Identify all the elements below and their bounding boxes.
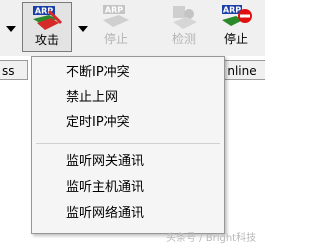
stop-icon: ARP [222, 5, 252, 26]
dropdown-arrow-icon[interactable] [6, 26, 16, 32]
attack-button-label: 攻击 [34, 33, 59, 47]
attack-dropdown-arrow-icon[interactable] [78, 26, 88, 32]
detect-icon [173, 6, 197, 29]
attack-dropdown-menu: 不断IP冲突 禁止上网 定时IP冲突 监听网关通讯 监听主机通讯 监听网络通讯 [31, 56, 225, 234]
toolbar: ARP 攻击 ARP 停止 检测 ARP 停止 [0, 0, 265, 56]
column-header-online[interactable]: nline [218, 60, 265, 80]
svg-text:ARP: ARP [223, 6, 241, 15]
menu-item-monitor-host[interactable]: 监听主机通讯 [32, 176, 224, 200]
menu-item-timed-ip-conflict[interactable]: 定时IP冲突 [32, 111, 224, 135]
attack-icon: ARP [33, 6, 63, 30]
watermark: 头条号 / Bright科技 [166, 233, 257, 244]
detect-button-label: 检测 [171, 32, 196, 46]
attack-button[interactable]: ARP 攻击 [22, 2, 72, 52]
stop-attack-button-label: 停止 [103, 32, 128, 46]
column-header-left[interactable]: ss [0, 60, 28, 80]
stop-button[interactable]: ARP 停止 [214, 2, 258, 52]
svg-text:ARP: ARP [105, 6, 123, 15]
menu-item-monitor-gateway[interactable]: 监听网关通讯 [32, 150, 224, 174]
menu-separator [36, 143, 220, 144]
menu-item-block-internet[interactable]: 禁止上网 [32, 86, 224, 110]
stop-button-label: 停止 [223, 32, 248, 46]
stop-attack-icon: ARP [103, 5, 129, 27]
detect-button[interactable]: 检测 [162, 2, 206, 52]
stop-attack-button[interactable]: ARP 停止 [94, 2, 138, 52]
menu-item-continuous-ip-conflict[interactable]: 不断IP冲突 [32, 61, 224, 85]
menu-item-monitor-network[interactable]: 监听网络通讯 [32, 202, 224, 226]
